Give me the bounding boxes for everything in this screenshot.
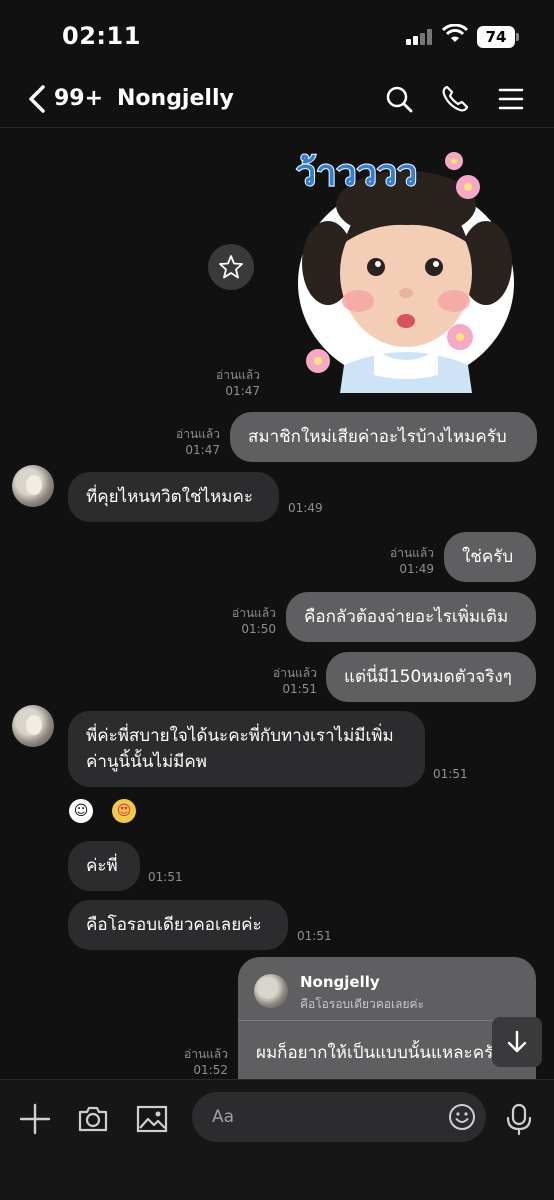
message-input[interactable] bbox=[212, 1092, 432, 1142]
incoming-message[interactable]: ที่คุยไหนทวิตใช่ไหมคะ bbox=[68, 472, 279, 522]
plus-icon[interactable] bbox=[18, 1102, 52, 1136]
message-text: คือกลัวต้องจ่ายอะไรเพิ่มเติม bbox=[304, 607, 509, 627]
battery-indicator: 74 bbox=[477, 26, 515, 48]
arrow-down-icon bbox=[507, 1030, 527, 1053]
chat-area[interactable]: ว้าวววว อ่านแล้ว 01:47 อ่านแล้ว 01:47 สม… bbox=[0, 129, 554, 1079]
message-meta: อ่านแล้ว 01:47 bbox=[176, 426, 220, 458]
signal-icon bbox=[406, 29, 434, 45]
message-time: 01:49 bbox=[288, 501, 323, 515]
wifi-icon bbox=[442, 24, 468, 42]
avatar[interactable] bbox=[12, 705, 54, 747]
chat-header: 99+ Nongjelly bbox=[0, 72, 554, 128]
incoming-message[interactable]: พี่ค่ะพี่สบายใจได้นะคะพี่กับทางเราไม่มีเ… bbox=[68, 711, 425, 787]
sticker-text: ว้าวววว bbox=[296, 153, 417, 194]
read-label: อ่านแล้ว bbox=[273, 666, 317, 680]
message-meta: อ่านแล้ว 01:50 bbox=[232, 605, 276, 637]
scroll-to-bottom-button[interactable] bbox=[492, 1017, 542, 1067]
avatar[interactable] bbox=[12, 465, 54, 507]
read-label: อ่านแล้ว bbox=[232, 606, 276, 620]
message-meta: อ่านแล้ว 01:52 bbox=[184, 1046, 228, 1078]
message-text-line-2: ค่านูนิ้นั้นไม่มีคพ bbox=[86, 752, 207, 772]
message-text: คือโอรอบเดียวคอเลยค่ะ bbox=[86, 915, 262, 935]
back-icon[interactable] bbox=[26, 84, 48, 114]
status-bar: 02:11 74 bbox=[0, 0, 554, 72]
outgoing-message[interactable]: แต่นี่มี150หมดตัวจริงๆ bbox=[326, 652, 536, 702]
reply-quote-header[interactable]: Nongjelly คือโอรอบเดียวคอเลยค่ะ bbox=[238, 957, 536, 1021]
read-label: อ่านแล้ว bbox=[216, 368, 260, 382]
message-time: 01:50 bbox=[241, 622, 276, 636]
message-time: 01:47 bbox=[225, 384, 260, 398]
message-meta: อ่านแล้ว 01:51 bbox=[273, 665, 317, 697]
incoming-message[interactable]: ค่ะพี่ bbox=[68, 841, 140, 891]
star-icon bbox=[219, 255, 243, 279]
message-time: 01:51 bbox=[433, 767, 468, 781]
outgoing-message[interactable]: สมาชิกใหม่เสียค่าอะไรบ้างไหมครับ bbox=[230, 412, 537, 462]
message-meta: อ่านแล้ว 01:47 bbox=[216, 367, 260, 399]
search-icon[interactable] bbox=[384, 84, 414, 114]
reply-to-name: Nongjelly bbox=[300, 973, 380, 991]
message-text: ที่คุยไหนทวิตใช่ไหมคะ bbox=[86, 487, 254, 507]
mic-icon[interactable] bbox=[502, 1102, 536, 1136]
read-label: อ่านแล้ว bbox=[176, 427, 220, 441]
reaction-smile-icon[interactable]: ☺ bbox=[69, 799, 93, 823]
message-field[interactable] bbox=[192, 1092, 486, 1142]
incoming-message[interactable]: คือโอรอบเดียวคอเลยค่ะ bbox=[68, 900, 288, 950]
menu-icon[interactable] bbox=[496, 84, 526, 114]
battery-tip bbox=[516, 33, 519, 41]
message-time: 01:51 bbox=[148, 870, 183, 884]
message-time: 01:47 bbox=[185, 443, 220, 457]
message-time: 01:51 bbox=[297, 929, 332, 943]
phone-icon[interactable] bbox=[440, 84, 470, 114]
message-time: 01:51 bbox=[282, 682, 317, 696]
message-text: ผมก็อยากให้เป็นแบบนั้นแหละครับ bbox=[256, 1043, 504, 1063]
outgoing-message[interactable]: ใช่ครับ bbox=[444, 532, 536, 582]
message-text: ใช่ครับ bbox=[462, 547, 514, 567]
reply-avatar bbox=[254, 974, 288, 1008]
status-time: 02:11 bbox=[62, 22, 141, 50]
read-label: อ่านแล้ว bbox=[390, 546, 434, 560]
sticker-image[interactable]: ว้าวววว bbox=[288, 143, 518, 393]
contact-name[interactable]: Nongjelly bbox=[117, 86, 234, 111]
reply-to-text: คือโอรอบเดียวคอเลยค่ะ bbox=[300, 997, 425, 1011]
message-text: แต่นี่มี150หมดตัวจริงๆ bbox=[344, 667, 512, 687]
unread-count[interactable]: 99+ bbox=[54, 86, 103, 111]
message-input-bar bbox=[0, 1079, 554, 1200]
reaction-heart-eyes-icon[interactable]: 😍 bbox=[112, 799, 136, 823]
image-icon[interactable] bbox=[135, 1102, 169, 1136]
favorite-sticker-button[interactable] bbox=[208, 244, 254, 290]
message-meta: อ่านแล้ว 01:49 bbox=[390, 545, 434, 577]
message-text-line-1: พี่ค่ะพี่สบายใจได้นะคะพี่กับทางเราไม่มีเ… bbox=[86, 726, 394, 746]
outgoing-message[interactable]: คือกลัวต้องจ่ายอะไรเพิ่มเติม bbox=[286, 592, 536, 642]
emoji-icon[interactable] bbox=[448, 1103, 476, 1131]
message-time: 01:49 bbox=[399, 562, 434, 576]
message-time: 01:52 bbox=[193, 1063, 228, 1077]
camera-icon[interactable] bbox=[76, 1102, 110, 1136]
read-label: อ่านแล้ว bbox=[184, 1047, 228, 1061]
message-text: สมาชิกใหม่เสียค่าอะไรบ้างไหมครับ bbox=[248, 427, 507, 447]
message-text: ค่ะพี่ bbox=[86, 856, 118, 876]
